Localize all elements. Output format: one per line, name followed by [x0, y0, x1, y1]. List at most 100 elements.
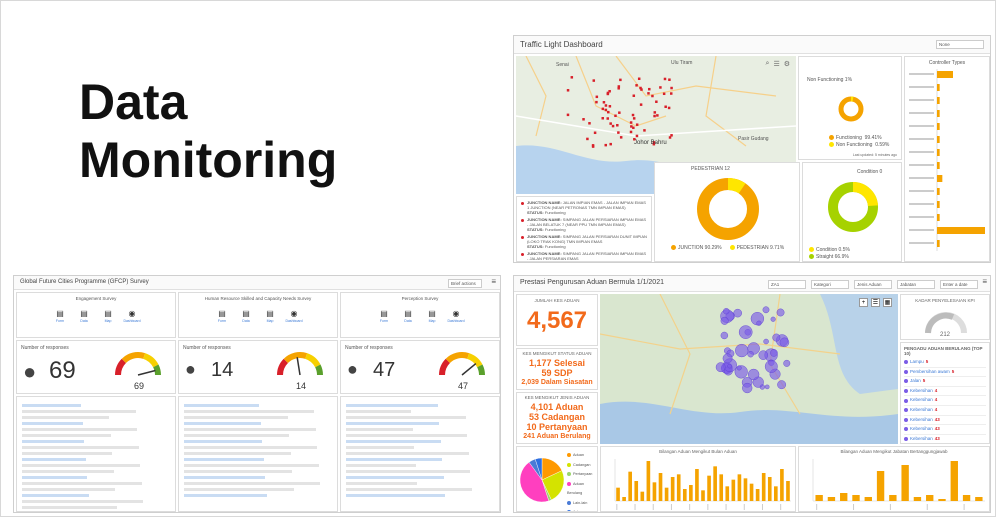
user-icon [904, 360, 908, 365]
total-count: 4,567 [526, 307, 588, 334]
filter-dropdown[interactable]: Jenis Aduan [854, 280, 892, 289]
type-pie-chart [519, 457, 565, 503]
donut1-legend: Functioning 99.41% Non Functioning 0.59% [829, 135, 889, 148]
survey-link[interactable]: ▤ Map [98, 309, 118, 325]
survey-link[interactable]: ▤ Data [236, 309, 256, 325]
traffic-signal-marker [601, 117, 604, 120]
donut2-chart [697, 178, 759, 240]
survey-link[interactable]: ▤ Data [74, 309, 94, 325]
complaint-cluster [779, 337, 790, 348]
survey-link[interactable]: ▤ Data [398, 309, 418, 325]
basemap-icon[interactable]: ▦ [883, 298, 892, 307]
bar [737, 474, 742, 501]
survey-link[interactable]: ▤ Map [260, 309, 280, 325]
survey-link[interactable]: ◉ Dashboard [284, 309, 304, 325]
form-icon: ▤ [218, 309, 226, 318]
controller-bar [937, 110, 940, 117]
bar [876, 471, 885, 501]
response-list-line [184, 428, 316, 431]
filter-dropdown[interactable]: Jabatan [897, 280, 935, 289]
junction-item[interactable]: JUNCTION NAME: JALAN IMPIAN EMAS - JALAN… [521, 200, 647, 215]
survey-link[interactable]: ◉ Dashboard [446, 309, 466, 325]
search-icon[interactable]: ⌕ [766, 60, 770, 68]
repeat-row[interactable]: Lampu 5 [904, 358, 986, 368]
complaint-filters: ZA1 Kategori Jenis Aduan Jabatan Enter a dat… [768, 280, 978, 289]
bar [701, 490, 705, 501]
bar [755, 489, 760, 501]
traffic-signal-marker [632, 117, 636, 120]
survey-links-card: Perception Survey ▤ Form ▤ Data ▤ Map ◉ Dashboa… [340, 292, 500, 338]
junction-type-donut-card: PEDESTRIAN 12 JUNCTION 90.29% PEDESTRIAN… [654, 162, 800, 262]
responses-count: 47 [373, 359, 396, 381]
response-list-line [22, 494, 89, 497]
traffic-signal-marker [635, 134, 639, 138]
zoom-icon[interactable]: + [859, 298, 868, 307]
marker-icon [521, 236, 524, 239]
bar [731, 479, 736, 501]
controller-bar [937, 188, 940, 195]
complaint-cluster [720, 331, 729, 340]
complaint-cluster [770, 316, 776, 322]
bar [938, 499, 946, 501]
traffic-select[interactable]: None [936, 40, 984, 49]
junction-item[interactable]: JUNCTION NAME: SIMPANG JALAN PERSIARAN D… [521, 234, 647, 249]
slide-title-line1: Data [79, 74, 188, 130]
response-list-line [346, 482, 418, 485]
status-line-1: 1,177 Selesai [528, 358, 586, 368]
survey-link[interactable]: ▤ Form [212, 309, 232, 325]
filter-dropdown[interactable]: Enter a date [940, 280, 978, 289]
status-line-2: 59 SDP [541, 368, 573, 378]
gfcp-select[interactable]: Brief actions [448, 279, 482, 288]
menu-icon[interactable]: ≡ [982, 277, 987, 286]
form-icon: ▤ [104, 309, 112, 318]
traffic-signal-marker [632, 126, 635, 130]
traffic-signal-marker [608, 105, 612, 108]
junction-item[interactable]: JUNCTION NAME: SIMPANG JALAN PERSIARAN I… [521, 217, 647, 232]
settings-icon[interactable]: ⚙ [784, 60, 790, 68]
survey-link[interactable]: ◉ Dashboard [122, 309, 142, 325]
response-list-line [184, 482, 321, 485]
donut3-chart [828, 182, 878, 232]
repeat-row[interactable]: Kebersihan 43 [904, 435, 986, 443]
repeat-row[interactable]: Kebersihan 4 [904, 396, 986, 406]
junction-item[interactable]: JUNCTION NAME: SIMPANG JALAN PERSIARAN I… [521, 251, 647, 261]
responses-label: Number of responses [183, 345, 231, 351]
controller-types-chart [909, 69, 985, 251]
response-list-line [184, 494, 267, 497]
traffic-signal-marker [591, 144, 595, 147]
complaint-cluster [736, 365, 742, 371]
traffic-signal-marker [566, 89, 570, 92]
gauge-needle [461, 362, 477, 376]
repeat-row[interactable]: Kebersihan 4 [904, 406, 986, 416]
repeat-row[interactable]: Jalan 5 [904, 377, 986, 387]
complaints-map[interactable]: + ☰ ▦ [600, 294, 898, 444]
bar [707, 475, 711, 501]
traffic-signal-marker [653, 111, 657, 114]
layers-icon[interactable]: ☰ [871, 298, 880, 307]
traffic-signal-marker [659, 86, 662, 89]
survey-link[interactable]: ▤ Form [50, 309, 70, 325]
repeat-row[interactable]: Pembersihan awam 5 [904, 368, 986, 378]
traffic-signal-marker [639, 86, 642, 90]
filter-dropdown[interactable]: ZA1 [768, 280, 806, 289]
marker-icon [521, 202, 524, 205]
response-list-line [22, 404, 82, 407]
complaint-cluster [763, 338, 769, 345]
bar [616, 487, 620, 501]
repeat-row[interactable]: Kebersihan 43 [904, 425, 986, 435]
bar [622, 497, 626, 501]
repeat-row[interactable]: Kebersihan 4 [904, 387, 986, 397]
response-list-line [346, 458, 443, 461]
bar [913, 497, 922, 501]
layers-icon[interactable]: ☰ [773, 60, 779, 68]
survey-link[interactable]: ▤ Map [422, 309, 442, 325]
gauge-band [305, 353, 321, 368]
filter-dropdown[interactable]: Kategori [811, 280, 849, 289]
survey-link[interactable]: ▤ Form [374, 309, 394, 325]
response-list-line [22, 506, 117, 509]
response-list-line [22, 464, 141, 467]
bar [652, 482, 657, 501]
response-list-line [22, 500, 144, 503]
menu-icon[interactable]: ≡ [491, 277, 496, 286]
repeat-row[interactable]: Kebersihan 43 [904, 416, 986, 426]
